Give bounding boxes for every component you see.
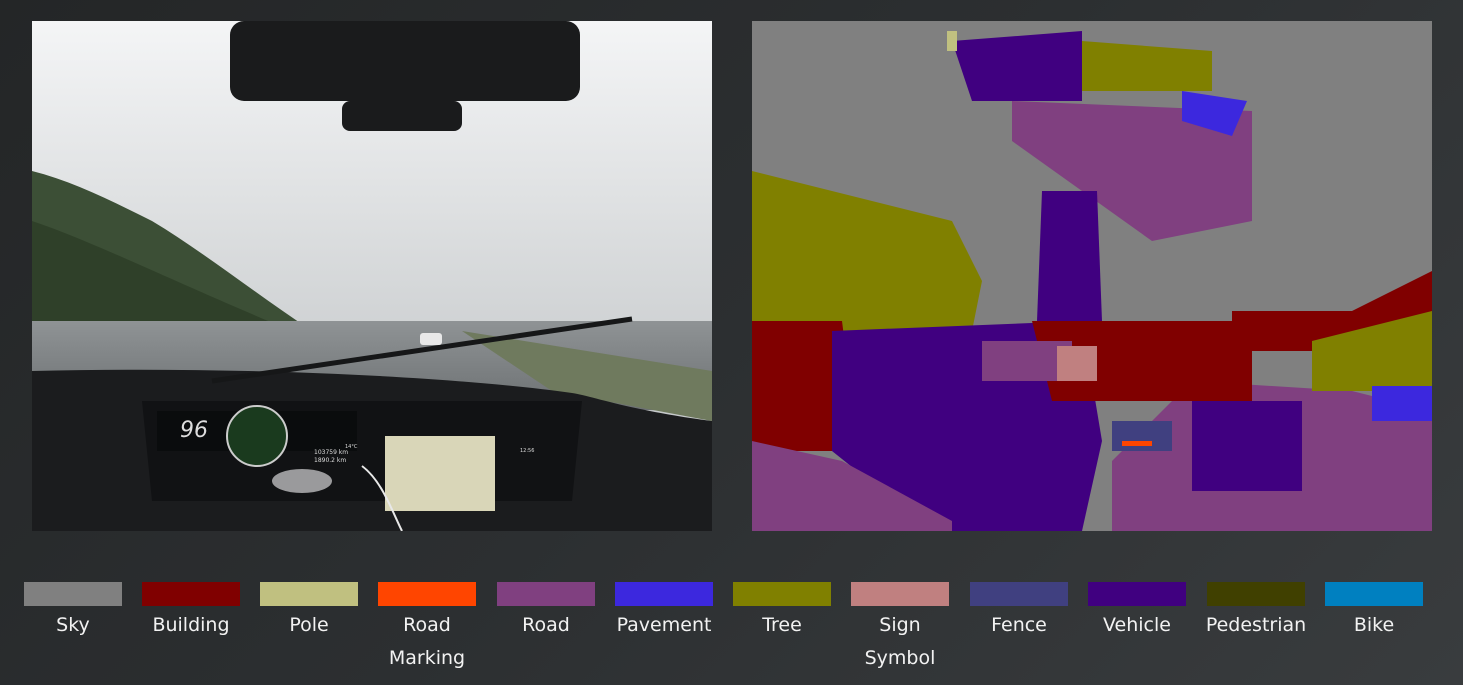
seg-vehicle-lower-right xyxy=(1192,401,1302,491)
legend-swatch xyxy=(970,582,1068,606)
legend-item-pole: Pole xyxy=(260,582,358,642)
legend-swatch xyxy=(1325,582,1423,606)
legend-swatch xyxy=(733,582,831,606)
trip-readout: 1890.2 km xyxy=(314,457,347,464)
legend-item-vehicle: Vehicle xyxy=(1088,582,1186,642)
speed-readout: 96 xyxy=(180,418,208,443)
legend-item-sky: Sky xyxy=(24,582,122,642)
legend-swatch xyxy=(1088,582,1186,606)
legend-item-bike: Bike xyxy=(1325,582,1423,642)
seg-sign-middle xyxy=(1057,346,1097,381)
legend-item-building: Building xyxy=(142,582,240,642)
clock-readout: 12:56 xyxy=(520,448,535,454)
seg-pole-top xyxy=(947,31,957,51)
legend-label: Tree xyxy=(762,614,802,636)
seg-roadmarking xyxy=(1122,441,1152,446)
legend-swatch xyxy=(24,582,122,606)
seg-tree-top xyxy=(1082,41,1212,91)
seg-vehicle-top xyxy=(952,31,1082,101)
odometer-readout: 103759 km xyxy=(314,449,349,456)
legend-swatch xyxy=(260,582,358,606)
segmentation-map xyxy=(752,31,1432,531)
legend-swatch xyxy=(378,582,476,606)
legend-label: Pole xyxy=(289,614,329,636)
legend-item-tree: Tree xyxy=(733,582,831,642)
legend-swatch xyxy=(142,582,240,606)
legend-item-pedestrian: Pedestrian xyxy=(1206,582,1306,642)
legend-swatch xyxy=(1207,582,1305,606)
class-legend: Sky Building Pole Road Marking Road Pave… xyxy=(24,582,1444,682)
road-scene-image xyxy=(32,21,712,531)
legend-item-fence: Fence xyxy=(970,582,1068,642)
legend-swatch xyxy=(497,582,595,606)
legend-label: Sign Symbol xyxy=(864,614,936,669)
segmentation-output xyxy=(752,21,1432,531)
legend-item-road: Road xyxy=(497,582,595,642)
legend-item-sign-symbol: Sign Symbol xyxy=(851,582,949,675)
input-photo: 96 103759 km 1890.2 km 14°C 12:56 xyxy=(32,21,712,531)
legend-item-road-marking: Road Marking xyxy=(378,582,476,675)
seg-tree-left xyxy=(752,171,982,331)
legend-label: Road Marking xyxy=(388,614,466,669)
legend-label: Bike xyxy=(1353,614,1395,636)
seg-vehicle-column xyxy=(1037,191,1102,321)
legend-item-pavement: Pavement xyxy=(615,582,713,642)
temperature-readout: 14°C xyxy=(345,444,358,450)
legend-swatch xyxy=(615,582,713,606)
seg-pavement-right xyxy=(1372,386,1432,421)
seg-fence-middle xyxy=(1112,421,1172,451)
legend-swatch xyxy=(851,582,949,606)
